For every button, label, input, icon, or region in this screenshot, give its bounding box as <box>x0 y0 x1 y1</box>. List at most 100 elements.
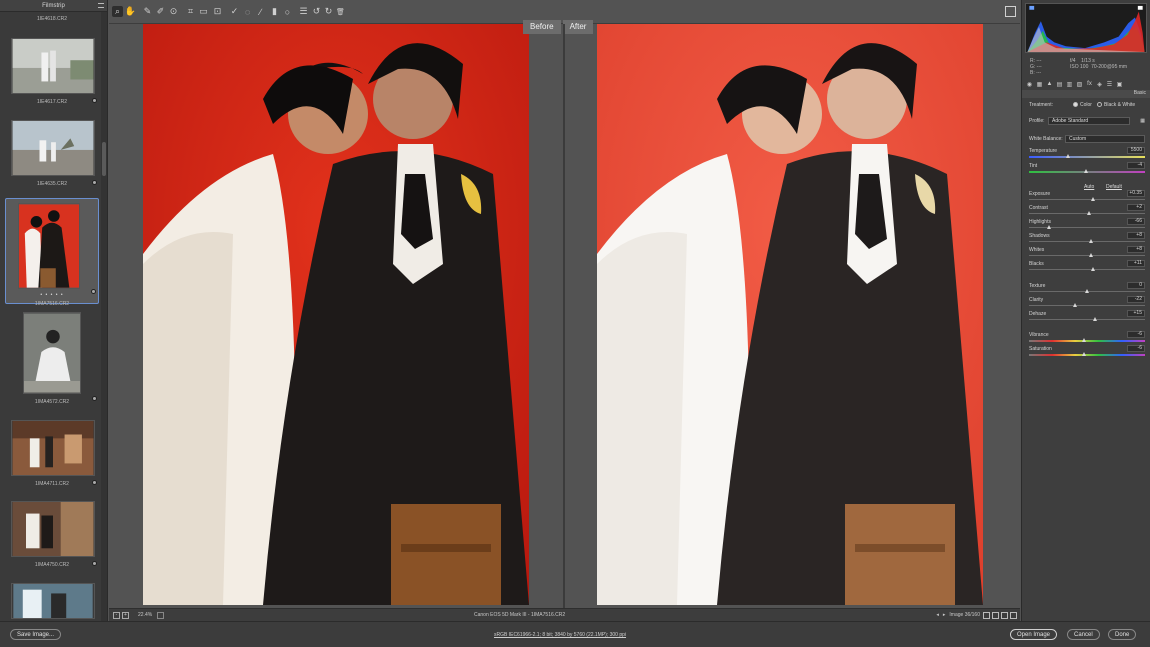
rotate-left-icon[interactable]: ↺ <box>311 6 322 17</box>
trash-icon[interactable]: 🗑 <box>335 6 346 17</box>
tint-knob[interactable] <box>1084 169 1088 173</box>
white-balance-dropdown[interactable]: Custom <box>1065 135 1145 143</box>
filmstrip-item[interactable]: 1IE4635.CR2 <box>5 120 99 187</box>
rgb-readout: R: --- G: --- B: --- <box>1030 58 1042 76</box>
clarity-knob[interactable] <box>1073 303 1077 307</box>
radio-icon <box>1073 102 1078 108</box>
zoom-level[interactable]: 22.4% <box>138 612 152 618</box>
filmstrip-item[interactable] <box>5 583 99 621</box>
default-button[interactable]: Default <box>1106 184 1122 190</box>
shadow-clipping-icon <box>1029 5 1035 10</box>
next-image-icon[interactable]: ▸ <box>943 612 946 618</box>
graduated-filter-tool-icon[interactable]: ▮ <box>269 6 280 17</box>
bw-radio[interactable]: Black & White <box>1097 102 1135 108</box>
vibrance-value[interactable]: -6 <box>1127 331 1145 338</box>
temperature-knob[interactable] <box>1066 154 1070 158</box>
auto-button[interactable]: Auto <box>1084 184 1094 190</box>
filmstrip-item[interactable]: 1IMA4711.CR2 <box>5 420 99 487</box>
whites-knob[interactable] <box>1089 253 1093 257</box>
zoom-in-button[interactable]: + <box>122 611 129 619</box>
adjustment-brush-tool-icon[interactable]: ∕ <box>255 6 266 17</box>
exposure-knob[interactable] <box>1091 197 1095 201</box>
blacks-value[interactable]: +11 <box>1127 260 1145 267</box>
dehaze-track <box>1029 319 1145 320</box>
texture-value[interactable]: 0 <box>1127 282 1145 289</box>
badge-icon <box>92 180 97 185</box>
toggle-settings-icon[interactable] <box>1010 611 1017 619</box>
exposure-value[interactable]: +0.35 <box>1127 190 1145 197</box>
tint-value[interactable]: -4 <box>1127 162 1145 169</box>
profile-dropdown[interactable]: Adobe Standard <box>1048 117 1130 125</box>
color-sampler-tool-icon[interactable]: ✐ <box>155 6 166 17</box>
detail-tab-icon[interactable]: ▲ <box>1046 81 1053 88</box>
scrollbar-thumb[interactable] <box>102 142 106 176</box>
swap-icon[interactable] <box>992 611 999 619</box>
shadows-knob[interactable] <box>1089 239 1093 243</box>
filmstrip-item[interactable]: 1IMA4572.CR2 <box>5 312 99 405</box>
done-button[interactable]: Done <box>1108 629 1137 640</box>
cancel-button[interactable]: Cancel <box>1067 629 1100 640</box>
texture-knob[interactable] <box>1085 289 1089 293</box>
contrast-knob[interactable] <box>1087 211 1091 215</box>
zoom-dropdown-icon[interactable] <box>157 611 165 619</box>
filmstrip-filename: 1IE4617.CR2 <box>36 99 68 105</box>
clarity-value[interactable]: -22 <box>1127 296 1145 303</box>
crop-tool-icon[interactable]: ⌗ <box>185 6 196 17</box>
saturation-value[interactable]: -6 <box>1127 345 1145 352</box>
before-tab[interactable]: Before <box>523 20 561 34</box>
vibrance-knob[interactable] <box>1082 338 1086 342</box>
white-balance-tool-icon[interactable]: ✎ <box>142 6 153 17</box>
filmstrip-scrollbar[interactable] <box>101 12 107 621</box>
calibration-tab-icon[interactable]: ◈ <box>1096 81 1103 88</box>
filmstrip-filename: 1IE4618.CR2 <box>36 16 68 22</box>
tone-curve-tab-icon[interactable]: ▦ <box>1036 81 1043 88</box>
whites-value[interactable]: +8 <box>1127 246 1145 253</box>
straighten-tool-icon[interactable]: ▭ <box>198 6 209 17</box>
rating-stars[interactable]: • • • • • <box>6 292 98 298</box>
rotate-right-icon[interactable]: ↻ <box>323 6 334 17</box>
after-tab[interactable]: After <box>562 20 594 34</box>
effects-tab-icon[interactable]: fx <box>1086 81 1093 88</box>
filmstrip-menu-icon[interactable] <box>98 3 104 8</box>
transform-tool-icon[interactable]: ⊡ <box>212 6 223 17</box>
targeted-adjustment-tool-icon[interactable]: ⊙ <box>168 6 179 17</box>
color-radio[interactable]: Color <box>1073 102 1092 108</box>
highlights-knob[interactable] <box>1047 225 1051 229</box>
camera-filename: Canon EOS 5D Mark III - 1IMA7516.CR2 <box>474 612 566 618</box>
fullscreen-icon[interactable] <box>1005 6 1016 17</box>
zoom-tool-icon[interactable]: ⌕ <box>112 6 123 17</box>
filmstrip-item-selected[interactable]: • • • • • 1IMA7516.CR2 <box>5 198 99 307</box>
view-mode-icon[interactable] <box>983 611 990 619</box>
lens-tab-icon[interactable]: ▧ <box>1076 81 1083 88</box>
hsl-tab-icon[interactable]: ▤ <box>1056 81 1063 88</box>
workflow-options-link[interactable]: sRGB IEC61966-2.1; 8 bit; 3840 by 5760 (… <box>494 632 626 638</box>
dehaze-knob[interactable] <box>1093 317 1097 321</box>
split-toning-tab-icon[interactable]: ▥ <box>1066 81 1073 88</box>
presets-tab-icon[interactable]: ☰ <box>1106 81 1113 88</box>
radial-filter-tool-icon[interactable]: ○ <box>282 6 293 17</box>
spot-removal-tool-icon[interactable]: ✓ <box>229 6 240 17</box>
save-image-button[interactable]: Save Image... <box>10 629 62 640</box>
dehaze-value[interactable]: +15 <box>1127 310 1145 317</box>
before-preview-image[interactable] <box>143 24 529 605</box>
filmstrip-item[interactable]: 1IMA4750.CR2 <box>5 501 99 568</box>
profile-browser-icon[interactable]: ▦ <box>1140 118 1145 124</box>
shadows-value[interactable]: +8 <box>1127 232 1145 239</box>
filmstrip-item[interactable]: 1IE4617.CR2 <box>5 38 99 105</box>
saturation-knob[interactable] <box>1082 352 1086 356</box>
zoom-out-button[interactable]: - <box>113 611 120 619</box>
red-eye-tool-icon[interactable]: ◌ <box>242 6 253 17</box>
previous-image-icon[interactable]: ◂ <box>936 612 939 618</box>
open-image-button[interactable]: Open Image <box>1010 629 1058 640</box>
contrast-value[interactable]: +2 <box>1127 204 1145 211</box>
temperature-value[interactable]: 5500 <box>1127 147 1145 154</box>
highlights-value[interactable]: -66 <box>1127 218 1145 225</box>
preferences-icon[interactable]: ☰ <box>298 6 309 17</box>
after-preview-image[interactable] <box>597 24 983 605</box>
hand-tool-icon[interactable]: ✋ <box>125 6 136 17</box>
filmstrip-item-partial[interactable]: 1IE4618.CR2 <box>5 13 99 22</box>
blacks-knob[interactable] <box>1091 267 1095 271</box>
snapshots-tab-icon[interactable]: ▣ <box>1116 81 1123 88</box>
copy-settings-icon[interactable] <box>1001 611 1008 619</box>
basic-tab-icon[interactable]: ◉ <box>1026 81 1033 88</box>
